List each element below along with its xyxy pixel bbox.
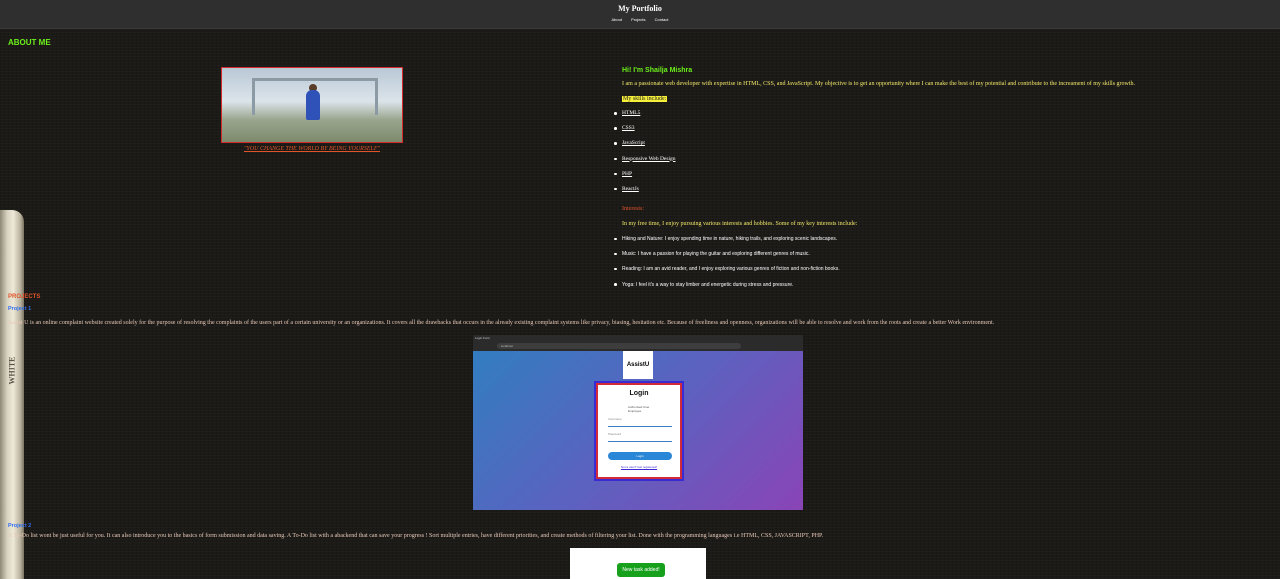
site-title: My Portfolio xyxy=(618,4,662,13)
interest-item: Reading: I am an avid reader, and I enjo… xyxy=(614,266,840,281)
skills-list: HTML5 CSS3 JavaScript Responsive Web Des… xyxy=(614,110,676,201)
pencil-label: WHITE xyxy=(7,356,17,385)
login-button: Login xyxy=(608,452,672,460)
site-header: My Portfolio About Projects Contact xyxy=(0,0,1280,29)
password-field: Password xyxy=(608,432,672,442)
main-nav: About Projects Contact xyxy=(0,17,1280,22)
nav-link-projects[interactable]: Projects xyxy=(631,17,645,22)
nav-link-contact[interactable]: Contact xyxy=(655,17,669,22)
browser-tab: Login Form xyxy=(475,336,491,340)
project-1-screenshot: Login Form localhost AssistU Login Autho… xyxy=(473,335,803,510)
username-field: Username xyxy=(608,417,672,427)
interest-item: Yoga: I feel it's a way to stay limber a… xyxy=(614,282,840,297)
projects-heading: PROJECTS xyxy=(8,294,41,300)
interest-item: Hiking and Nature: I enjoy spending time… xyxy=(614,236,840,251)
photo-person xyxy=(306,90,320,120)
profile-photo xyxy=(221,67,403,143)
project-title: Project 1 xyxy=(8,306,32,312)
project-description: A To-Do list wont be just useful for you… xyxy=(8,533,824,539)
register-link: Not a user? Get registered! xyxy=(620,465,658,469)
greeting-heading: Hi! I'm Shailja Mishra xyxy=(622,67,693,74)
task-added-toast: New task added! xyxy=(617,563,665,577)
skill-item: PHP xyxy=(614,171,676,186)
login-title: Login xyxy=(629,390,649,397)
interests-list: Hiking and Nature: I enjoy spending time… xyxy=(614,236,840,297)
project-title: Project 2 xyxy=(8,523,32,529)
login-option: Employee xyxy=(628,409,642,413)
nav-link-about[interactable]: About xyxy=(612,17,622,22)
project-2-screenshot: New task added! xyxy=(570,548,706,579)
intro-text: I am a passionate web developer with exp… xyxy=(622,81,1136,87)
login-card: Login Authorised User Employee Username … xyxy=(594,381,684,481)
browser-url: localhost xyxy=(497,343,741,349)
profile-quote: "YOU CHANGE THE WORLD BY BEING YOURSELF" xyxy=(243,146,381,152)
browser-bar: Login Form localhost xyxy=(473,335,803,351)
assistu-logo: AssistU xyxy=(623,351,653,379)
skill-item: Responsive Web Design xyxy=(614,156,676,171)
project-description: Assist U is an online complaint website … xyxy=(8,320,995,326)
about-heading: ABOUT ME xyxy=(8,38,51,47)
skill-item: ReactJs xyxy=(614,186,676,201)
interest-item: Music: I have a passion for playing the … xyxy=(614,251,840,266)
interests-text: In my free time, I enjoy pursuing variou… xyxy=(622,221,858,227)
skill-item: CSS3 xyxy=(614,125,676,140)
skill-item: HTML5 xyxy=(614,110,676,125)
skills-label: My skills include: xyxy=(622,96,668,102)
skill-item: JavaScript xyxy=(614,140,676,155)
interests-label: Interests: xyxy=(622,206,644,212)
